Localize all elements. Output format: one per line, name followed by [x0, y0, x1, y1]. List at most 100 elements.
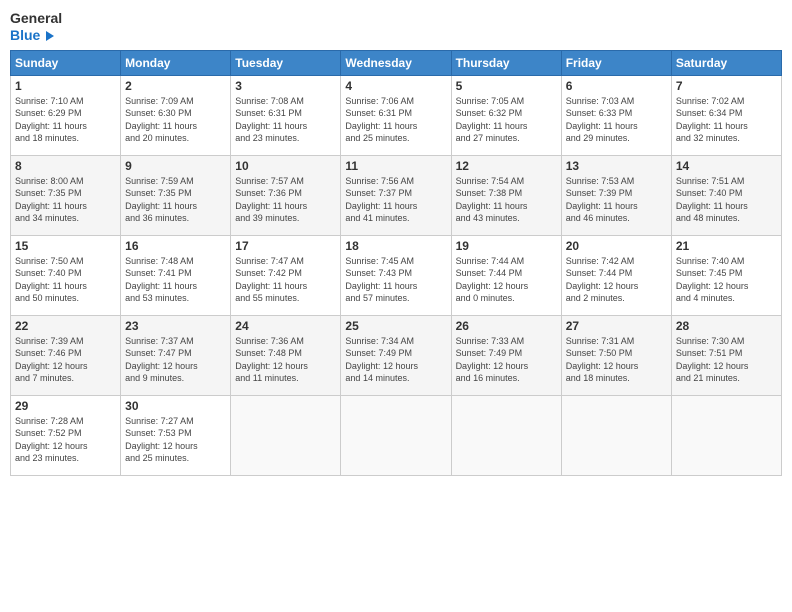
calendar-cell: 17 Sunrise: 7:47 AM Sunset: 7:42 PM Dayli…	[231, 235, 341, 315]
day-info: Sunrise: 7:36 AM Sunset: 7:48 PM Dayligh…	[235, 335, 336, 385]
calendar-table: SundayMondayTuesdayWednesdayThursdayFrid…	[10, 50, 782, 476]
day-number: 26	[456, 319, 557, 333]
day-number: 4	[345, 79, 446, 93]
column-header-tuesday: Tuesday	[231, 50, 341, 75]
calendar-cell	[561, 395, 671, 475]
calendar-cell: 3 Sunrise: 7:08 AM Sunset: 6:31 PM Daylig…	[231, 75, 341, 155]
calendar-cell: 15Sunrise: 7:50 AM Sunset: 7:40 PM Dayli…	[11, 235, 121, 315]
day-number: 6	[566, 79, 667, 93]
calendar-week-row: 15Sunrise: 7:50 AM Sunset: 7:40 PM Dayli…	[11, 235, 782, 315]
calendar-cell	[671, 395, 781, 475]
day-info: Sunrise: 7:31 AM Sunset: 7:50 PM Dayligh…	[566, 335, 667, 385]
day-number: 22	[15, 319, 116, 333]
day-info: Sunrise: 7:54 AM Sunset: 7:38 PM Dayligh…	[456, 175, 557, 225]
day-info: Sunrise: 7:34 AM Sunset: 7:49 PM Dayligh…	[345, 335, 446, 385]
day-number: 18	[345, 239, 446, 253]
day-number: 17	[235, 239, 336, 253]
calendar-cell: 30Sunrise: 7:27 AM Sunset: 7:53 PM Dayli…	[121, 395, 231, 475]
day-number: 2	[125, 79, 226, 93]
calendar-week-row: 29 Sunrise: 7:28 AM Sunset: 7:52 PM Dayli…	[11, 395, 782, 475]
day-number: 28	[676, 319, 777, 333]
day-info: Sunrise: 7:47 AM Sunset: 7:42 PM Dayligh…	[235, 255, 336, 305]
day-info: Sunrise: 7:45 AM Sunset: 7:43 PM Dayligh…	[345, 255, 446, 305]
calendar-cell: 24 Sunrise: 7:36 AM Sunset: 7:48 PM Dayli…	[231, 315, 341, 395]
page-header: General Blue	[10, 10, 782, 44]
column-header-sunday: Sunday	[11, 50, 121, 75]
day-number: 3	[235, 79, 336, 93]
calendar-cell: 2Sunrise: 7:09 AM Sunset: 6:30 PM Daylig…	[121, 75, 231, 155]
day-number: 21	[676, 239, 777, 253]
calendar-cell: 26 Sunrise: 7:33 AM Sunset: 7:49 PM Dayli…	[451, 315, 561, 395]
calendar-cell: 27 Sunrise: 7:31 AM Sunset: 7:50 PM Dayli…	[561, 315, 671, 395]
day-number: 19	[456, 239, 557, 253]
day-number: 7	[676, 79, 777, 93]
calendar-week-row: 1 Sunrise: 7:10 AM Sunset: 6:29 PM Daylig…	[11, 75, 782, 155]
calendar-cell: 4 Sunrise: 7:06 AM Sunset: 6:31 PM Daylig…	[341, 75, 451, 155]
day-number: 5	[456, 79, 557, 93]
calendar-cell	[341, 395, 451, 475]
calendar-cell: 10 Sunrise: 7:57 AM Sunset: 7:36 PM Dayli…	[231, 155, 341, 235]
logo: General Blue	[10, 10, 62, 44]
day-number: 11	[345, 159, 446, 173]
day-info: Sunrise: 7:10 AM Sunset: 6:29 PM Dayligh…	[15, 95, 116, 145]
calendar-cell: 8Sunrise: 8:00 AM Sunset: 7:35 PM Daylig…	[11, 155, 121, 235]
day-info: Sunrise: 7:42 AM Sunset: 7:44 PM Dayligh…	[566, 255, 667, 305]
day-info: Sunrise: 7:28 AM Sunset: 7:52 PM Dayligh…	[15, 415, 116, 465]
day-number: 29	[15, 399, 116, 413]
day-info: Sunrise: 7:06 AM Sunset: 6:31 PM Dayligh…	[345, 95, 446, 145]
day-info: Sunrise: 7:57 AM Sunset: 7:36 PM Dayligh…	[235, 175, 336, 225]
day-info: Sunrise: 7:08 AM Sunset: 6:31 PM Dayligh…	[235, 95, 336, 145]
day-info: Sunrise: 7:51 AM Sunset: 7:40 PM Dayligh…	[676, 175, 777, 225]
column-header-thursday: Thursday	[451, 50, 561, 75]
day-info: Sunrise: 7:33 AM Sunset: 7:49 PM Dayligh…	[456, 335, 557, 385]
calendar-cell: 19 Sunrise: 7:44 AM Sunset: 7:44 PM Dayli…	[451, 235, 561, 315]
day-number: 23	[125, 319, 226, 333]
calendar-cell: 14 Sunrise: 7:51 AM Sunset: 7:40 PM Dayli…	[671, 155, 781, 235]
day-info: Sunrise: 7:59 AM Sunset: 7:35 PM Dayligh…	[125, 175, 226, 225]
calendar-cell: 23 Sunrise: 7:37 AM Sunset: 7:47 PM Dayli…	[121, 315, 231, 395]
day-number: 14	[676, 159, 777, 173]
column-header-saturday: Saturday	[671, 50, 781, 75]
calendar-cell: 9 Sunrise: 7:59 AM Sunset: 7:35 PM Daylig…	[121, 155, 231, 235]
day-number: 8	[15, 159, 116, 173]
column-header-monday: Monday	[121, 50, 231, 75]
calendar-cell: 29 Sunrise: 7:28 AM Sunset: 7:52 PM Dayli…	[11, 395, 121, 475]
day-number: 24	[235, 319, 336, 333]
calendar-week-row: 22 Sunrise: 7:39 AM Sunset: 7:46 PM Dayli…	[11, 315, 782, 395]
calendar-cell: 22 Sunrise: 7:39 AM Sunset: 7:46 PM Dayli…	[11, 315, 121, 395]
calendar-cell	[451, 395, 561, 475]
day-number: 10	[235, 159, 336, 173]
day-number: 25	[345, 319, 446, 333]
day-info: Sunrise: 7:39 AM Sunset: 7:46 PM Dayligh…	[15, 335, 116, 385]
column-header-wednesday: Wednesday	[341, 50, 451, 75]
day-info: Sunrise: 7:44 AM Sunset: 7:44 PM Dayligh…	[456, 255, 557, 305]
day-info: Sunrise: 7:37 AM Sunset: 7:47 PM Dayligh…	[125, 335, 226, 385]
calendar-cell: 11 Sunrise: 7:56 AM Sunset: 7:37 PM Dayli…	[341, 155, 451, 235]
day-info: Sunrise: 7:05 AM Sunset: 6:32 PM Dayligh…	[456, 95, 557, 145]
day-info: Sunrise: 7:56 AM Sunset: 7:37 PM Dayligh…	[345, 175, 446, 225]
day-info: Sunrise: 7:02 AM Sunset: 6:34 PM Dayligh…	[676, 95, 777, 145]
day-number: 13	[566, 159, 667, 173]
calendar-cell: 12 Sunrise: 7:54 AM Sunset: 7:38 PM Dayli…	[451, 155, 561, 235]
day-number: 12	[456, 159, 557, 173]
day-number: 1	[15, 79, 116, 93]
day-info: Sunrise: 7:40 AM Sunset: 7:45 PM Dayligh…	[676, 255, 777, 305]
calendar-cell	[231, 395, 341, 475]
calendar-cell: 20Sunrise: 7:42 AM Sunset: 7:44 PM Dayli…	[561, 235, 671, 315]
day-info: Sunrise: 7:30 AM Sunset: 7:51 PM Dayligh…	[676, 335, 777, 385]
calendar-cell: 25 Sunrise: 7:34 AM Sunset: 7:49 PM Dayli…	[341, 315, 451, 395]
day-info: Sunrise: 7:27 AM Sunset: 7:53 PM Dayligh…	[125, 415, 226, 465]
day-info: Sunrise: 7:50 AM Sunset: 7:40 PM Dayligh…	[15, 255, 116, 305]
calendar-cell: 5 Sunrise: 7:05 AM Sunset: 6:32 PM Daylig…	[451, 75, 561, 155]
day-info: Sunrise: 7:48 AM Sunset: 7:41 PM Dayligh…	[125, 255, 226, 305]
day-number: 27	[566, 319, 667, 333]
column-header-friday: Friday	[561, 50, 671, 75]
calendar-cell: 1 Sunrise: 7:10 AM Sunset: 6:29 PM Daylig…	[11, 75, 121, 155]
day-number: 9	[125, 159, 226, 173]
calendar-cell: 18 Sunrise: 7:45 AM Sunset: 7:43 PM Dayli…	[341, 235, 451, 315]
calendar-header-row: SundayMondayTuesdayWednesdayThursdayFrid…	[11, 50, 782, 75]
calendar-cell: 6 Sunrise: 7:03 AM Sunset: 6:33 PM Daylig…	[561, 75, 671, 155]
day-info: Sunrise: 7:03 AM Sunset: 6:33 PM Dayligh…	[566, 95, 667, 145]
calendar-cell: 7 Sunrise: 7:02 AM Sunset: 6:34 PM Daylig…	[671, 75, 781, 155]
calendar-cell: 16Sunrise: 7:48 AM Sunset: 7:41 PM Dayli…	[121, 235, 231, 315]
